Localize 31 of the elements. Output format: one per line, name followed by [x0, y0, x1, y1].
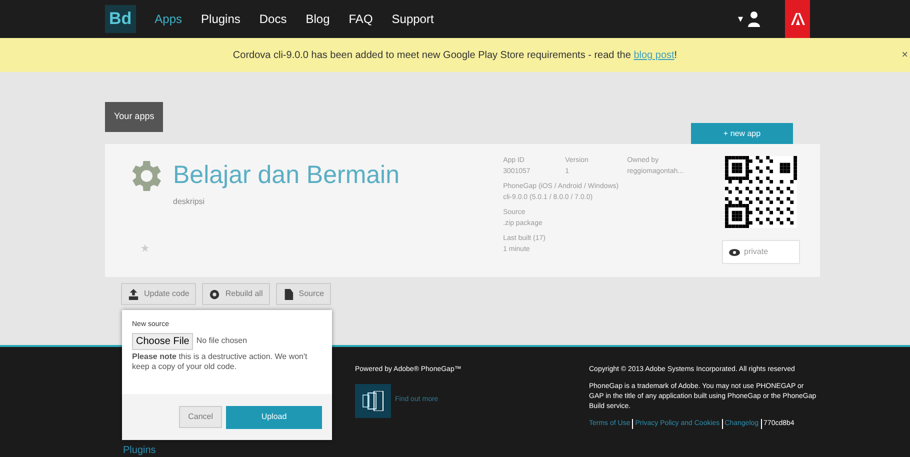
star-icon[interactable] [141, 244, 149, 252]
nav-link[interactable]: Support [392, 10, 434, 28]
nav-link[interactable]: FAQ [348, 10, 373, 28]
your-apps-tab[interactable]: Your apps [105, 102, 164, 132]
app-description: deskripsi [173, 196, 206, 208]
close-button[interactable]: × [902, 46, 908, 64]
nav-link[interactable]: Blog [306, 10, 330, 28]
blog-link[interactable]: blog post [634, 50, 674, 60]
privacy-button[interactable]: private [722, 240, 800, 264]
choose-file-button[interactable]: Choose File [132, 332, 194, 350]
upload-icon [128, 288, 139, 300]
warning-text: Please note this is a destructive action. We won't keep a copy of your old code. [132, 352, 308, 372]
nav-link[interactable]: Plugins [201, 10, 240, 28]
file-status: No file chosen [196, 335, 248, 347]
new-app-button[interactable]: + new app [691, 123, 793, 144]
cancel-button[interactable]: Cancel [179, 406, 222, 428]
nav-link[interactable]: Apps [154, 10, 182, 28]
app-logo [355, 384, 391, 418]
banner-text: Cordova cli-9.0.0 has been added to meet new Google Play Store requirements - read the blog post! [232, 48, 678, 62]
action-button[interactable]: Update code [121, 283, 196, 305]
qr-code [725, 156, 797, 228]
caret-icon[interactable]: ▾ [738, 12, 743, 26]
nav-link[interactable]: Docs [259, 10, 287, 28]
user-icon[interactable] [746, 11, 762, 27]
action-button[interactable]: Source [276, 283, 332, 305]
document-icon [282, 288, 294, 300]
footer-heading: Plugins [123, 444, 156, 457]
logo[interactable]: Bd [105, 5, 136, 33]
action-button[interactable]: Rebuild all [202, 283, 270, 305]
eye-icon [729, 248, 740, 256]
upload-button[interactable]: Upload [226, 406, 322, 428]
